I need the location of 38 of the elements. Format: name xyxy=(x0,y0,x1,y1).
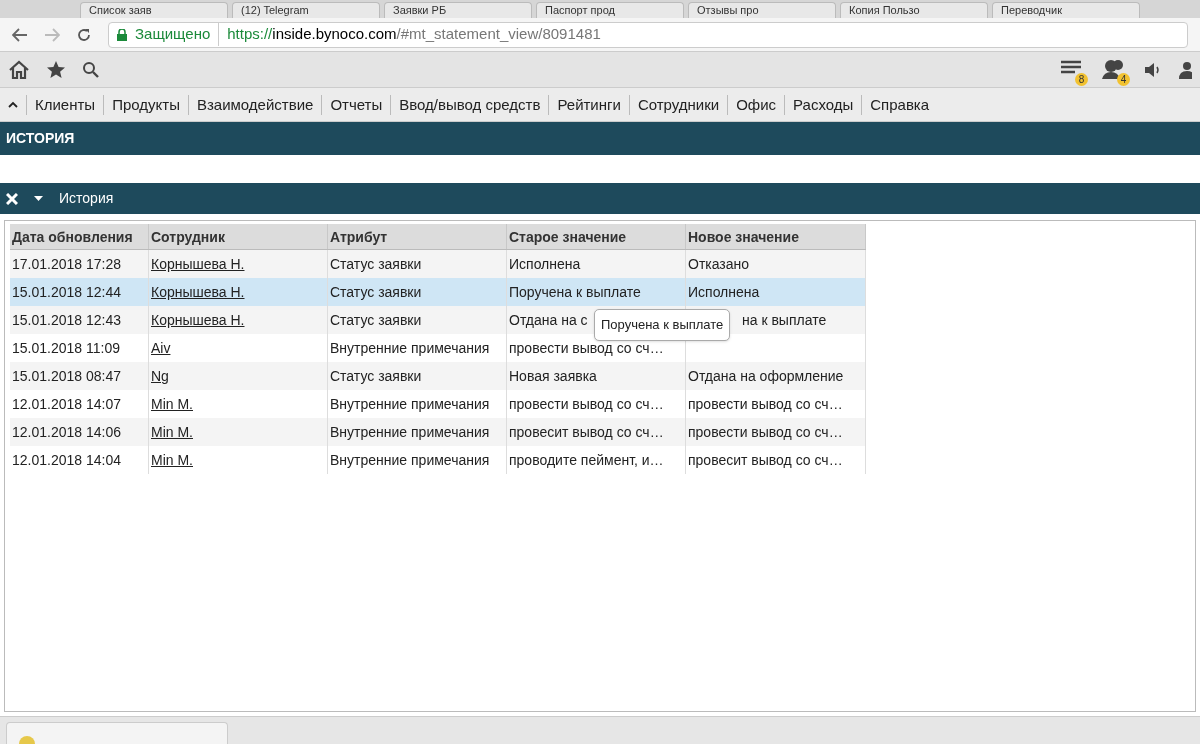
table-cell: провести вывод со сч… xyxy=(509,396,664,412)
table-cell: проводите пеймент, и… xyxy=(509,452,664,468)
table-cell: Статус заявки xyxy=(330,284,422,300)
table-cell: Отдана на с xyxy=(509,312,588,328)
table-cell: провести вывод со сч… xyxy=(688,424,843,440)
table-cell: 17.01.2018 17:28 xyxy=(12,256,121,272)
count-badge: 8 xyxy=(1075,72,1088,86)
table-cell: Отказано xyxy=(688,256,750,272)
table-cell: провесит вывод со сч… xyxy=(509,424,664,440)
table-cell: Статус заявки xyxy=(330,256,422,272)
tooltip: Поручена к выплате xyxy=(594,309,731,341)
table-cell: 12.01.2018 14:04 xyxy=(12,452,121,468)
table-cell: 15.01.2018 11:09 xyxy=(12,340,120,356)
table-cell: провести вывод со сч… xyxy=(688,396,843,412)
table-cell: Поручена к выплате xyxy=(509,284,641,300)
page-title: ИСТОРИЯ xyxy=(6,129,75,148)
table-cell: 12.01.2018 14:06 xyxy=(12,424,121,440)
table-cell: Внутренние примечания xyxy=(330,452,490,468)
table-cell: Внутренние примечания xyxy=(330,396,490,412)
url-text: https://inside.bynoco.com/#mt_statement_view/8091481 xyxy=(227,24,601,45)
table-cell: 12.01.2018 14:07 xyxy=(12,396,121,412)
secure-label: Защищено xyxy=(135,23,220,46)
table-cell: 15.01.2018 08:47 xyxy=(12,368,121,384)
table-cell: Статус заявки xyxy=(330,368,422,384)
table-cell: провести вывод со сч… xyxy=(509,340,664,356)
table-cell: Новая заявка xyxy=(509,368,597,384)
table-cell: 15.01.2018 12:44 xyxy=(12,284,121,300)
table-cell: на к выплате xyxy=(742,312,827,328)
table-cell: Отдана на оформление xyxy=(688,368,844,384)
table-cell: 15.01.2018 12:43 xyxy=(12,312,121,328)
table-cell: Исполнена xyxy=(688,284,760,300)
table-cell: провесит вывод со сч… xyxy=(688,452,843,468)
count-badge: 4 xyxy=(1117,72,1130,86)
table-cell: Внутренние примечания xyxy=(330,340,490,356)
table-cell: Исполнена xyxy=(509,256,581,272)
table-cell: Внутренние примечания xyxy=(330,424,490,440)
panel-title: История xyxy=(59,189,114,208)
table-cell: Статус заявки xyxy=(330,312,422,328)
